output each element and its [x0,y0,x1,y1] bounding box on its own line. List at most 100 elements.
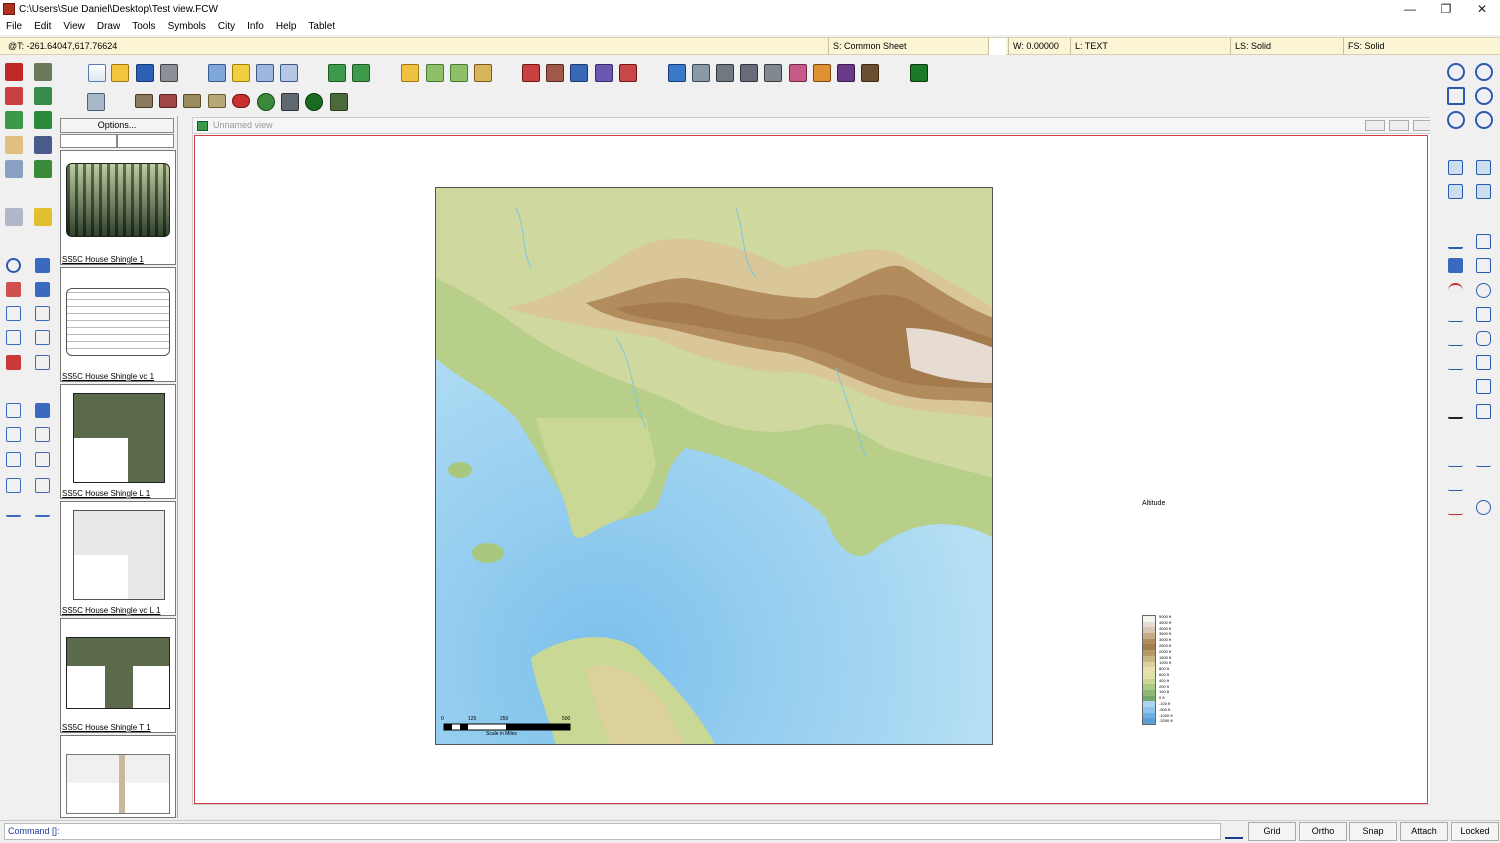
line-icon[interactable] [1448,234,1463,249]
explode-icon[interactable] [6,355,21,370]
stretch-icon[interactable] [35,355,50,370]
save-icon[interactable] [136,64,154,82]
close-button[interactable]: ✕ [1464,0,1500,18]
arc-icon[interactable] [1448,283,1463,298]
trim-icon[interactable] [6,403,21,418]
stone-icon[interactable] [208,94,226,108]
symbol-item[interactable]: SS5C House Shingle L 1 [60,384,176,499]
polygon-icon[interactable] [1476,258,1491,273]
symbol-set-10-icon[interactable] [764,64,782,82]
grid-icon[interactable] [5,136,23,154]
snap-perpendicular-icon[interactable] [1448,476,1463,491]
measure-icon[interactable] [6,502,21,517]
symbol-set-13-icon[interactable] [837,64,855,82]
house-icon[interactable] [183,94,201,108]
insert-icon[interactable] [426,64,444,82]
export-icon[interactable] [352,64,370,82]
fill-icon[interactable] [35,282,50,297]
fence-icon[interactable] [330,93,348,111]
command-line[interactable]: Command []: [4,823,1221,840]
snap-toggle-button[interactable]: Snap [1349,822,1397,841]
properties-icon[interactable] [280,64,298,82]
sheet-number-icon[interactable] [910,64,928,82]
menu-info[interactable]: Info [241,21,270,32]
maximize-button[interactable]: ❐ [1428,0,1464,18]
extract-icon[interactable] [450,64,468,82]
symbol-tab-local[interactable] [60,134,117,148]
globe-icon[interactable] [34,160,52,178]
symbol-set-7-icon[interactable] [692,64,710,82]
sheet-selector[interactable]: S: Common Sheet [828,38,984,55]
symbol-item[interactable]: SS5C House Shingle T 1 [60,618,176,733]
paste-icon[interactable] [1476,160,1491,175]
rotate-icon[interactable] [6,330,21,345]
locked-toggle-button[interactable]: Locked [1451,822,1499,841]
snap-tangent-icon[interactable] [1448,500,1463,515]
color-bar-icon[interactable] [34,63,52,81]
menu-file[interactable]: File [0,21,28,32]
freehand-icon[interactable] [1448,258,1463,273]
snap-midpoint-icon[interactable] [1476,452,1491,467]
symbol-set-6-icon[interactable] [668,64,686,82]
symbol-tab-folder[interactable] [117,134,174,148]
tags-icon[interactable] [34,208,52,226]
circle-icon[interactable] [1476,283,1491,298]
symbol-set-8-icon[interactable] [716,64,734,82]
symbol-item[interactable]: SS5C House Shingle 1 [60,150,176,265]
zoom-out-icon[interactable] [1475,87,1493,105]
options-button[interactable]: Options... [60,118,174,133]
menu-tablet[interactable]: Tablet [302,21,341,32]
star-icon[interactable] [1476,355,1491,370]
grid-toggle-button[interactable]: Grid [1248,822,1296,841]
smooth-polygon-icon[interactable] [1476,307,1491,322]
ortho-toggle-button[interactable]: Ortho [1299,822,1347,841]
text-icon[interactable] [1448,404,1463,419]
menu-draw[interactable]: Draw [91,21,126,32]
symbol-item[interactable]: SS5C House Shingle vc 1 [60,267,176,382]
lamp-icon[interactable] [281,93,299,111]
minimize-button[interactable]: — [1392,0,1428,18]
menu-tools[interactable]: Tools [126,21,161,32]
symbol-set-14-icon[interactable] [861,64,879,82]
snap-endpoint-icon[interactable] [1448,452,1463,467]
redraw-icon[interactable] [208,64,226,82]
fill-style-selector[interactable]: FS: Solid [1343,38,1500,55]
brick-wall-icon[interactable] [159,94,177,108]
mirror-icon[interactable] [35,330,50,345]
zoom-previous-icon[interactable] [1475,111,1493,129]
path-icon[interactable] [1448,307,1463,322]
menu-edit[interactable]: Edit [28,21,57,32]
bezier-polygon-icon[interactable] [1476,331,1491,346]
snap-intersection-icon[interactable] [1476,476,1491,491]
doc-minimize-button[interactable] [1365,120,1385,131]
new-icon[interactable] [88,64,106,82]
array-icon[interactable] [35,306,50,321]
numbering-icon[interactable] [1448,379,1463,394]
catalog-icon[interactable] [474,64,492,82]
symbol-set-9-icon[interactable] [740,64,758,82]
undo-icon[interactable] [6,258,21,273]
menu-symbols[interactable]: Symbols [162,21,212,32]
symbol-item[interactable]: SS5C House Shingle vc L 1 [60,501,176,616]
symbol-set-3-icon[interactable] [570,64,588,82]
width-field[interactable]: W: 0.00000 [1008,38,1070,55]
snap-center-icon[interactable] [1476,500,1491,515]
break-icon[interactable] [6,478,21,493]
spline-icon[interactable] [1448,355,1463,370]
symbol-set-12-icon[interactable] [813,64,831,82]
text-edit-icon[interactable] [35,403,50,418]
symbol-set-5-icon[interactable] [619,64,637,82]
duplicate-icon[interactable] [1448,184,1463,199]
menu-city[interactable]: City [212,21,241,32]
note-icon[interactable] [232,64,250,82]
copy-icon[interactable] [1448,160,1463,175]
eyedropper-icon[interactable] [35,258,50,273]
az-sort-icon[interactable] [34,111,52,129]
align-icon[interactable] [35,452,50,467]
text-box-icon[interactable] [1476,404,1491,419]
line-style-selector[interactable]: LS: Solid [1230,38,1340,55]
zoom-extents-icon[interactable] [1447,87,1465,105]
group-icon[interactable] [1476,184,1491,199]
layer-selector[interactable]: L: TEXT [1070,38,1226,55]
symbol-insert-icon[interactable] [1476,379,1491,394]
